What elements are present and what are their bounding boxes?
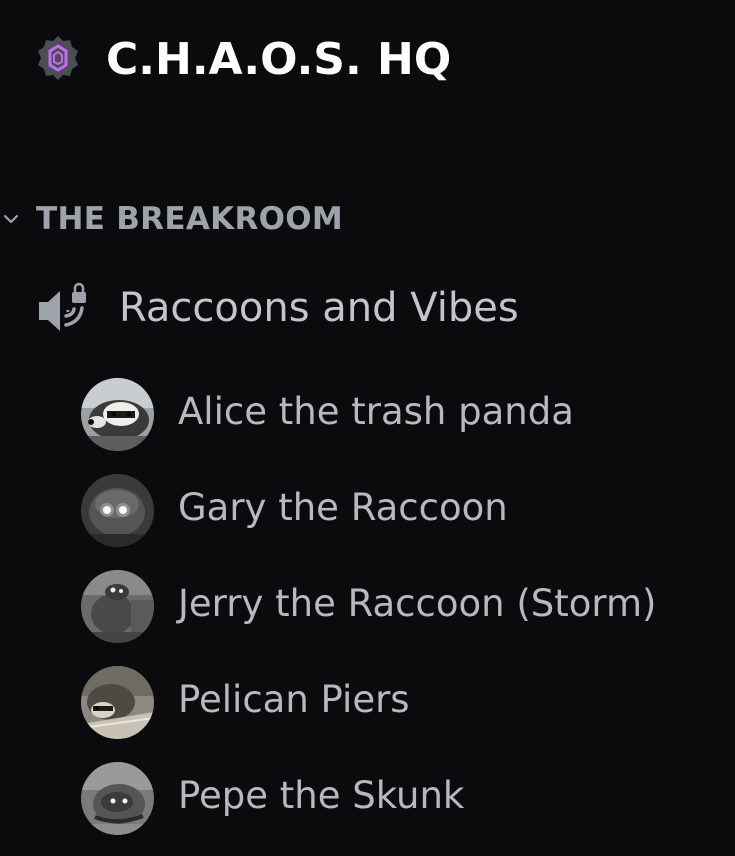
- avatar: [81, 474, 154, 547]
- avatar: [81, 570, 154, 643]
- voice-member-pelican-piers[interactable]: Pelican Piers: [0, 658, 720, 748]
- member-name: Gary the Raccoon: [178, 486, 508, 529]
- avatar: [81, 666, 154, 739]
- member-name: Pepe the Skunk: [178, 774, 465, 817]
- member-name: Pelican Piers: [178, 678, 410, 721]
- server-header[interactable]: C.H.A.O.S. HQ: [0, 0, 735, 120]
- voice-member-jerry[interactable]: Jerry the Raccoon (Storm): [0, 562, 720, 652]
- channel-name: Raccoons and Vibes: [119, 285, 519, 331]
- avatar: [81, 762, 154, 835]
- voice-member-alice[interactable]: Alice the trash panda: [0, 370, 720, 460]
- chevron-down-icon: [2, 210, 20, 228]
- voice-member-gary[interactable]: Gary the Raccoon: [0, 466, 720, 556]
- server-name: C.H.A.O.S. HQ: [106, 34, 452, 85]
- category-label: THE BREAKROOM: [36, 201, 344, 237]
- locked-voice-channel-icon: [36, 278, 96, 338]
- server-boost-badge-icon: [33, 34, 83, 84]
- voice-member-pepe[interactable]: Pepe the Skunk: [0, 754, 720, 844]
- member-name: Alice the trash panda: [178, 390, 574, 433]
- category-the-breakroom[interactable]: THE BREAKROOM: [0, 192, 420, 246]
- voice-channel-raccoons-and-vibes[interactable]: Raccoons and Vibes: [0, 274, 720, 342]
- avatar: [81, 378, 154, 451]
- member-name: Jerry the Raccoon (Storm): [178, 582, 657, 625]
